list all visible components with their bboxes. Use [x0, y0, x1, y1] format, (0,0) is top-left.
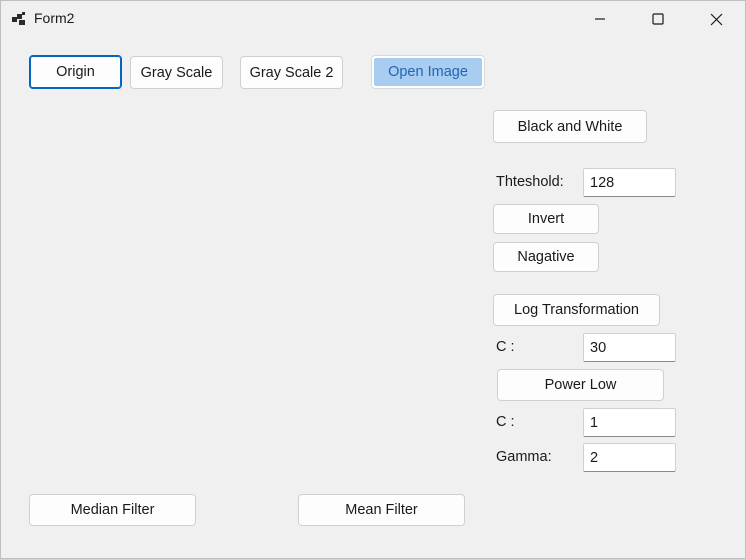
power-c-label: C :	[496, 414, 515, 430]
threshold-input[interactable]	[583, 168, 676, 197]
gray-scale-2-button[interactable]: Gray Scale 2	[240, 56, 343, 89]
app-window-icon	[11, 11, 27, 27]
invert-button[interactable]: Invert	[493, 204, 599, 234]
form2-window: Form2 Origin Gray Scale Gray Scale 2 Ope…	[0, 0, 746, 559]
gamma-label: Gamma:	[496, 449, 552, 465]
black-and-white-button[interactable]: Black and White	[493, 110, 647, 143]
gray-scale-button[interactable]: Gray Scale	[130, 56, 223, 89]
gamma-input[interactable]	[583, 443, 676, 472]
maximize-icon	[652, 13, 664, 25]
negative-button[interactable]: Nagative	[493, 242, 599, 272]
origin-button[interactable]: Origin	[29, 55, 122, 89]
close-icon	[710, 13, 723, 26]
maximize-button[interactable]	[629, 1, 687, 37]
window-title: Form2	[34, 10, 75, 26]
power-low-button[interactable]: Power Low	[497, 369, 664, 401]
open-image-label: Open Image	[374, 58, 482, 86]
close-button[interactable]	[687, 1, 745, 37]
minimize-icon	[594, 13, 606, 25]
median-filter-button[interactable]: Median Filter	[29, 494, 196, 526]
minimize-button[interactable]	[571, 1, 629, 37]
threshold-label: Thteshold:	[496, 174, 564, 190]
log-c-label: C :	[496, 339, 515, 355]
power-c-input[interactable]	[583, 408, 676, 437]
title-bar[interactable]: Form2	[1, 1, 745, 37]
mean-filter-button[interactable]: Mean Filter	[298, 494, 465, 526]
picture-box	[29, 101, 469, 481]
open-image-button[interactable]: Open Image	[371, 55, 485, 89]
log-transformation-button[interactable]: Log Transformation	[493, 294, 660, 326]
log-c-input[interactable]	[583, 333, 676, 362]
